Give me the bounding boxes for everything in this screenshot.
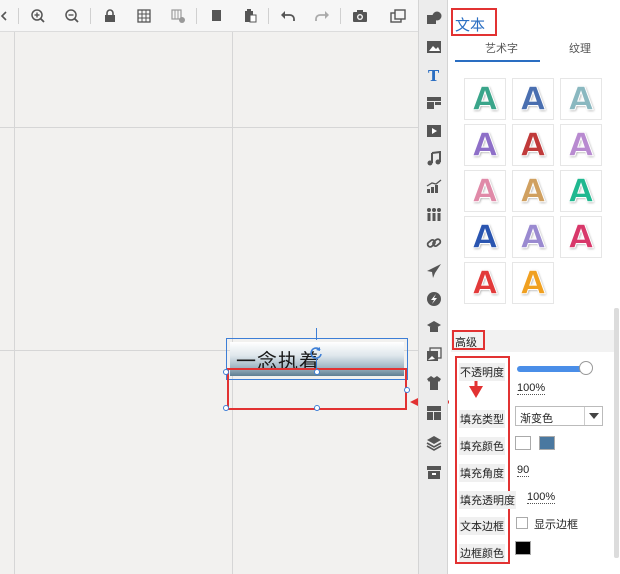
fill-type-label: 填充类型 — [459, 410, 505, 428]
chevron-down-icon[interactable] — [584, 407, 602, 425]
wordart-style-tile[interactable]: A — [464, 78, 506, 120]
wordart-preview-glyph: A — [568, 126, 594, 164]
wordart-style-tile[interactable]: A — [464, 124, 506, 166]
tab-texture[interactable]: 纹理 — [569, 40, 591, 56]
tab-wordart[interactable]: 艺术字 — [485, 40, 518, 56]
resize-handle[interactable] — [223, 405, 229, 411]
opacity-label: 不透明度 — [459, 363, 505, 381]
wordart-preview-glyph: A — [568, 172, 594, 210]
wordart-preview-glyph: A — [472, 218, 498, 256]
wordart-preview-glyph: A — [472, 80, 498, 118]
rotate-handle-icon[interactable] — [309, 346, 323, 360]
zoom-out-icon[interactable] — [62, 6, 82, 26]
plane-icon[interactable] — [424, 261, 444, 281]
wordart-style-tile[interactable]: A — [512, 78, 554, 120]
wordart-style-tile[interactable]: A — [560, 78, 602, 120]
resize-handle[interactable] — [314, 405, 320, 411]
undo-icon[interactable] — [278, 6, 298, 26]
fill-color-end-swatch[interactable] — [539, 436, 555, 450]
fullscreen-icon[interactable] — [388, 6, 408, 26]
education-icon[interactable] — [424, 317, 444, 337]
fill-opacity-label: 填充透明度 — [459, 491, 516, 509]
shirt-icon[interactable] — [424, 373, 444, 393]
opacity-slider-knob[interactable] — [579, 361, 593, 375]
text-border-label: 文本边框 — [459, 517, 505, 535]
wordart-style-tile[interactable]: A — [560, 124, 602, 166]
link-icon[interactable] — [424, 233, 444, 253]
fill-type-select[interactable]: 渐变色 — [515, 406, 603, 426]
wordart-style-tile[interactable]: A — [512, 124, 554, 166]
music-icon[interactable] — [424, 149, 444, 169]
redo-icon[interactable] — [312, 6, 332, 26]
wordart-preview-glyph: A — [520, 126, 546, 164]
wordart-style-tile[interactable]: A — [512, 216, 554, 258]
flash-icon[interactable] — [424, 289, 444, 309]
layout-icon[interactable] — [424, 93, 444, 113]
fill-angle-value[interactable]: 90 — [517, 464, 530, 477]
shapes-icon[interactable] — [424, 8, 444, 28]
resize-handle[interactable] — [223, 369, 229, 375]
show-border-label: 显示边框 — [534, 519, 578, 531]
wordart-style-tile[interactable]: A — [464, 216, 506, 258]
video-icon[interactable] — [424, 121, 444, 141]
panel-title: 文本 — [455, 16, 486, 34]
properties-panel: 文本 艺术字 纹理 AAAAAAAAAAAAAA 高级 不透明度 100% 填充… — [449, 0, 620, 574]
rotate-stem — [316, 359, 317, 369]
undo-partial-icon[interactable] — [0, 6, 14, 26]
fill-color-label: 填充颜色 — [459, 437, 505, 455]
image-icon[interactable] — [424, 37, 444, 57]
camera-icon[interactable] — [350, 6, 370, 26]
zoom-in-icon[interactable] — [28, 6, 48, 26]
panel-scrollbar[interactable] — [614, 308, 619, 558]
wordart-preview-glyph: A — [472, 264, 498, 302]
wordart-preview-glyph: A — [568, 218, 594, 256]
wordart-preview-glyph: A — [472, 126, 498, 164]
wordart-style-tile[interactable]: A — [512, 262, 554, 304]
fill-type-value: 渐变色 — [520, 413, 553, 425]
text-tool-icon[interactable]: T — [424, 65, 444, 85]
border-color-swatch[interactable] — [515, 541, 531, 555]
border-color-label: 边框颜色 — [459, 544, 505, 562]
opacity-value[interactable]: 100% — [517, 382, 546, 395]
people-icon[interactable] — [424, 205, 444, 225]
wordart-style-tile[interactable]: A — [464, 170, 506, 212]
editing-canvas[interactable] — [0, 32, 418, 574]
fill-angle-label: 填充角度 — [459, 464, 505, 482]
wordart-preview-glyph: A — [520, 264, 546, 302]
wordart-style-tile[interactable]: A — [512, 170, 554, 212]
svg-text:T: T — [428, 67, 440, 83]
tool-sidebar: T — [418, 0, 448, 574]
chart-icon[interactable] — [424, 177, 444, 197]
resize-handle[interactable] — [314, 369, 320, 375]
lock-icon[interactable] — [100, 6, 120, 26]
wordart-preview-glyph: A — [520, 218, 546, 256]
layers-icon[interactable] — [424, 433, 444, 453]
panels-icon[interactable] — [424, 403, 444, 423]
wordart-preview-glyph: A — [568, 80, 594, 118]
wordart-style-tile[interactable]: A — [464, 262, 506, 304]
wordart-style-tile[interactable]: A — [560, 170, 602, 212]
grid-line — [232, 32, 233, 574]
archive-icon[interactable] — [424, 462, 444, 482]
grid-line — [14, 32, 15, 574]
wordart-style-tile[interactable]: A — [560, 216, 602, 258]
grid-settings-icon[interactable] — [168, 6, 188, 26]
fill-opacity-value[interactable]: 100% — [527, 491, 556, 504]
grid-icon[interactable] — [134, 6, 154, 26]
paste-icon[interactable] — [240, 6, 260, 26]
grid-line — [0, 127, 418, 128]
wordart-preview-glyph: A — [520, 172, 546, 210]
highlight-box-advanced — [452, 330, 485, 350]
photo-gallery-icon[interactable] — [424, 345, 444, 365]
toolbar — [0, 0, 418, 32]
show-border-checkbox[interactable] — [516, 517, 528, 529]
wordart-preview-glyph: A — [472, 172, 498, 210]
copy-icon[interactable] — [206, 6, 226, 26]
active-tab-underline — [455, 60, 540, 62]
fill-color-start-swatch[interactable] — [515, 436, 531, 450]
wordart-preview-glyph: A — [520, 80, 546, 118]
opacity-slider-track[interactable] — [517, 366, 587, 372]
